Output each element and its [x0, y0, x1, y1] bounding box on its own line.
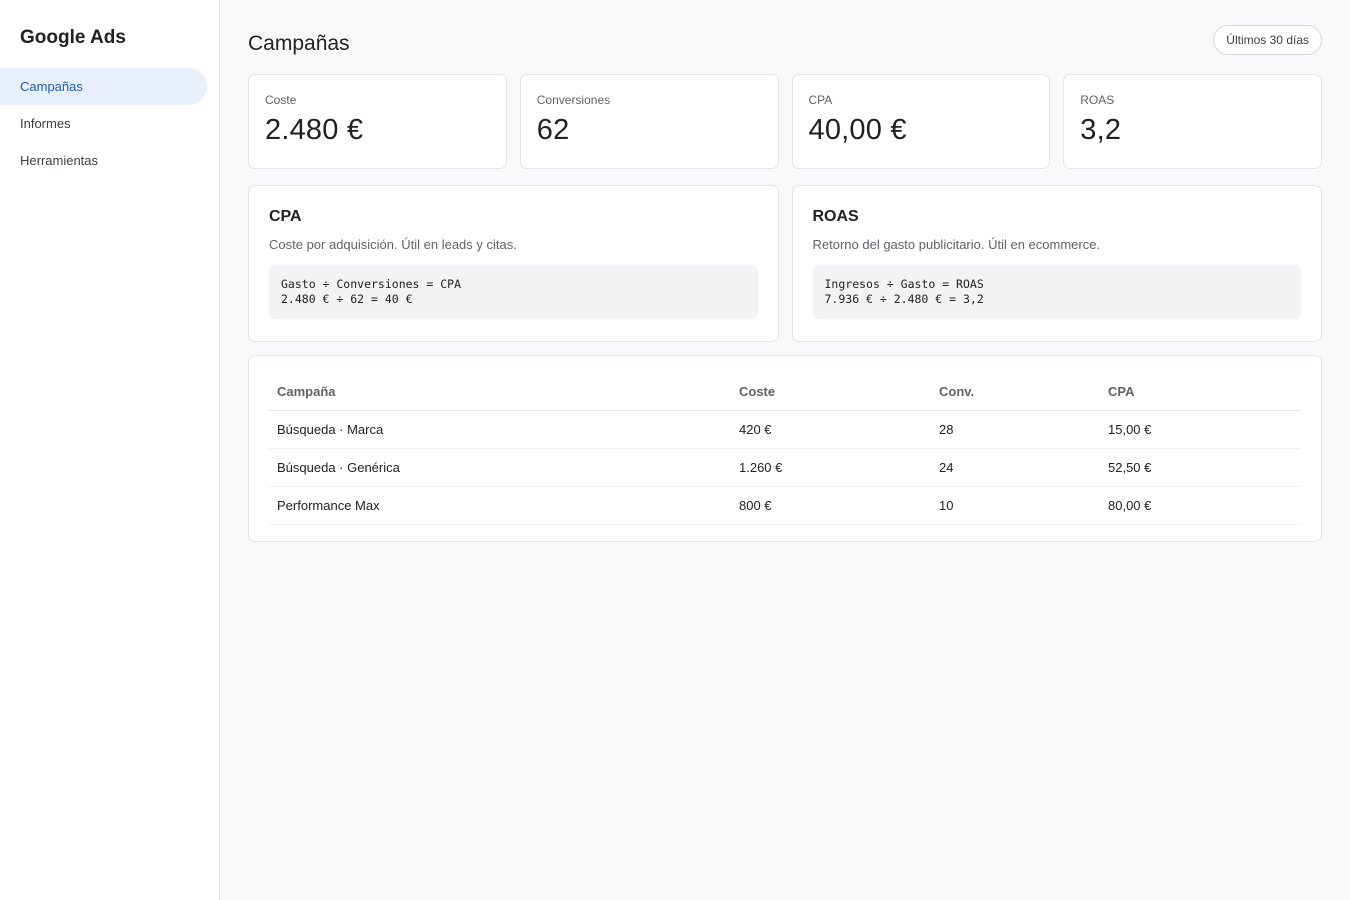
campaign-cpa: 15,00 €: [1100, 410, 1301, 449]
kpi-value: 2.480 €: [265, 114, 364, 146]
column-header-coste[interactable]: Coste: [731, 373, 931, 411]
card-title: CPA: [269, 208, 302, 225]
campaign-name[interactable]: Búsqueda · Marca: [269, 410, 731, 449]
kpi-value: 3,2: [1080, 114, 1122, 146]
kpi-card-conversiones: Conversiones 62: [519, 74, 779, 169]
table-row[interactable]: Búsqueda · Genérica 1.260 € 24 52,50 €: [269, 448, 1301, 487]
explainer-card-cpa: CPA Coste por adquisición. Útil en leads…: [248, 185, 779, 342]
card-title: ROAS: [812, 208, 859, 225]
campaign-cost: 420 €: [731, 410, 931, 449]
main-content: Campañas Últimos 30 días Coste 2.480 € C…: [220, 0, 1350, 900]
explainer-row: CPA Coste por adquisición. Útil en leads…: [248, 185, 1322, 342]
campaign-cost: 800 €: [731, 486, 931, 525]
campaign-cpa: 52,50 €: [1100, 448, 1301, 487]
formula-line: 7.936 € ÷ 2.480 € = 3,2: [824, 292, 984, 306]
campaign-conversions: 28: [931, 410, 1100, 449]
kpi-card-roas: ROAS 3,2: [1063, 74, 1322, 169]
campaign-name[interactable]: Performance Max: [269, 486, 731, 525]
table-row[interactable]: Performance Max 800 € 10 80,00 €: [269, 486, 1301, 525]
kpi-label: CPA: [808, 93, 833, 107]
sidebar: Google Ads Campañas Informes Herramienta…: [0, 0, 220, 900]
formula-line: Ingresos ÷ Gasto = ROAS: [824, 277, 984, 291]
formula-block: Gasto ÷ Conversiones = CPA 2.480 € ÷ 62 …: [269, 265, 758, 319]
formula-line: Gasto ÷ Conversiones = CPA: [281, 277, 462, 291]
kpi-label: Coste: [265, 93, 297, 107]
sidebar-item-campanas[interactable]: Campañas: [0, 68, 207, 105]
campaign-conversions: 24: [931, 448, 1100, 487]
page-header: Campañas Últimos 30 días: [248, 24, 1322, 56]
kpi-value: 62: [536, 114, 570, 146]
kpi-card-coste: Coste 2.480 €: [248, 74, 507, 169]
column-header-campana[interactable]: Campaña: [269, 373, 731, 411]
column-header-cpa[interactable]: CPA: [1100, 373, 1301, 411]
date-range-button[interactable]: Últimos 30 días: [1213, 25, 1322, 55]
kpi-card-cpa: CPA 40,00 €: [791, 74, 1051, 169]
sidebar-nav: Campañas Informes Herramientas: [0, 68, 219, 179]
campaigns-table-card: Campaña Coste Conv. CPA Búsqueda · Marca…: [248, 355, 1322, 542]
card-description: Coste por adquisición. Útil en leads y c…: [269, 237, 517, 252]
explainer-card-roas: ROAS Retorno del gasto publicitario. Úti…: [791, 185, 1322, 342]
kpi-label: ROAS: [1080, 93, 1115, 107]
brand-logo: Google Ads: [20, 27, 126, 48]
kpi-label: Conversiones: [536, 93, 611, 107]
page-title: Campañas: [248, 32, 350, 55]
column-header-conv[interactable]: Conv.: [931, 373, 1100, 411]
campaign-cpa: 80,00 €: [1100, 486, 1301, 525]
campaigns-table: Campaña Coste Conv. CPA Búsqueda · Marca…: [269, 373, 1301, 525]
table-row[interactable]: Búsqueda · Marca 420 € 28 15,00 €: [269, 410, 1301, 449]
formula-line: 2.480 € ÷ 62 = 40 €: [281, 292, 413, 306]
kpi-row: Coste 2.480 € Conversiones 62 CPA 40,00 …: [248, 74, 1322, 169]
formula-block: Ingresos ÷ Gasto = ROAS 7.936 € ÷ 2.480 …: [812, 265, 1301, 319]
card-description: Retorno del gasto publicitario. Útil en …: [812, 237, 1101, 252]
sidebar-item-informes[interactable]: Informes: [0, 105, 207, 142]
campaign-conversions: 10: [931, 486, 1100, 525]
sidebar-item-herramientas[interactable]: Herramientas: [0, 142, 207, 179]
campaign-cost: 1.260 €: [731, 448, 931, 487]
kpi-value: 40,00 €: [808, 114, 907, 146]
campaign-name[interactable]: Búsqueda · Genérica: [269, 448, 731, 487]
table-header-row: Campaña Coste Conv. CPA: [269, 373, 1301, 411]
